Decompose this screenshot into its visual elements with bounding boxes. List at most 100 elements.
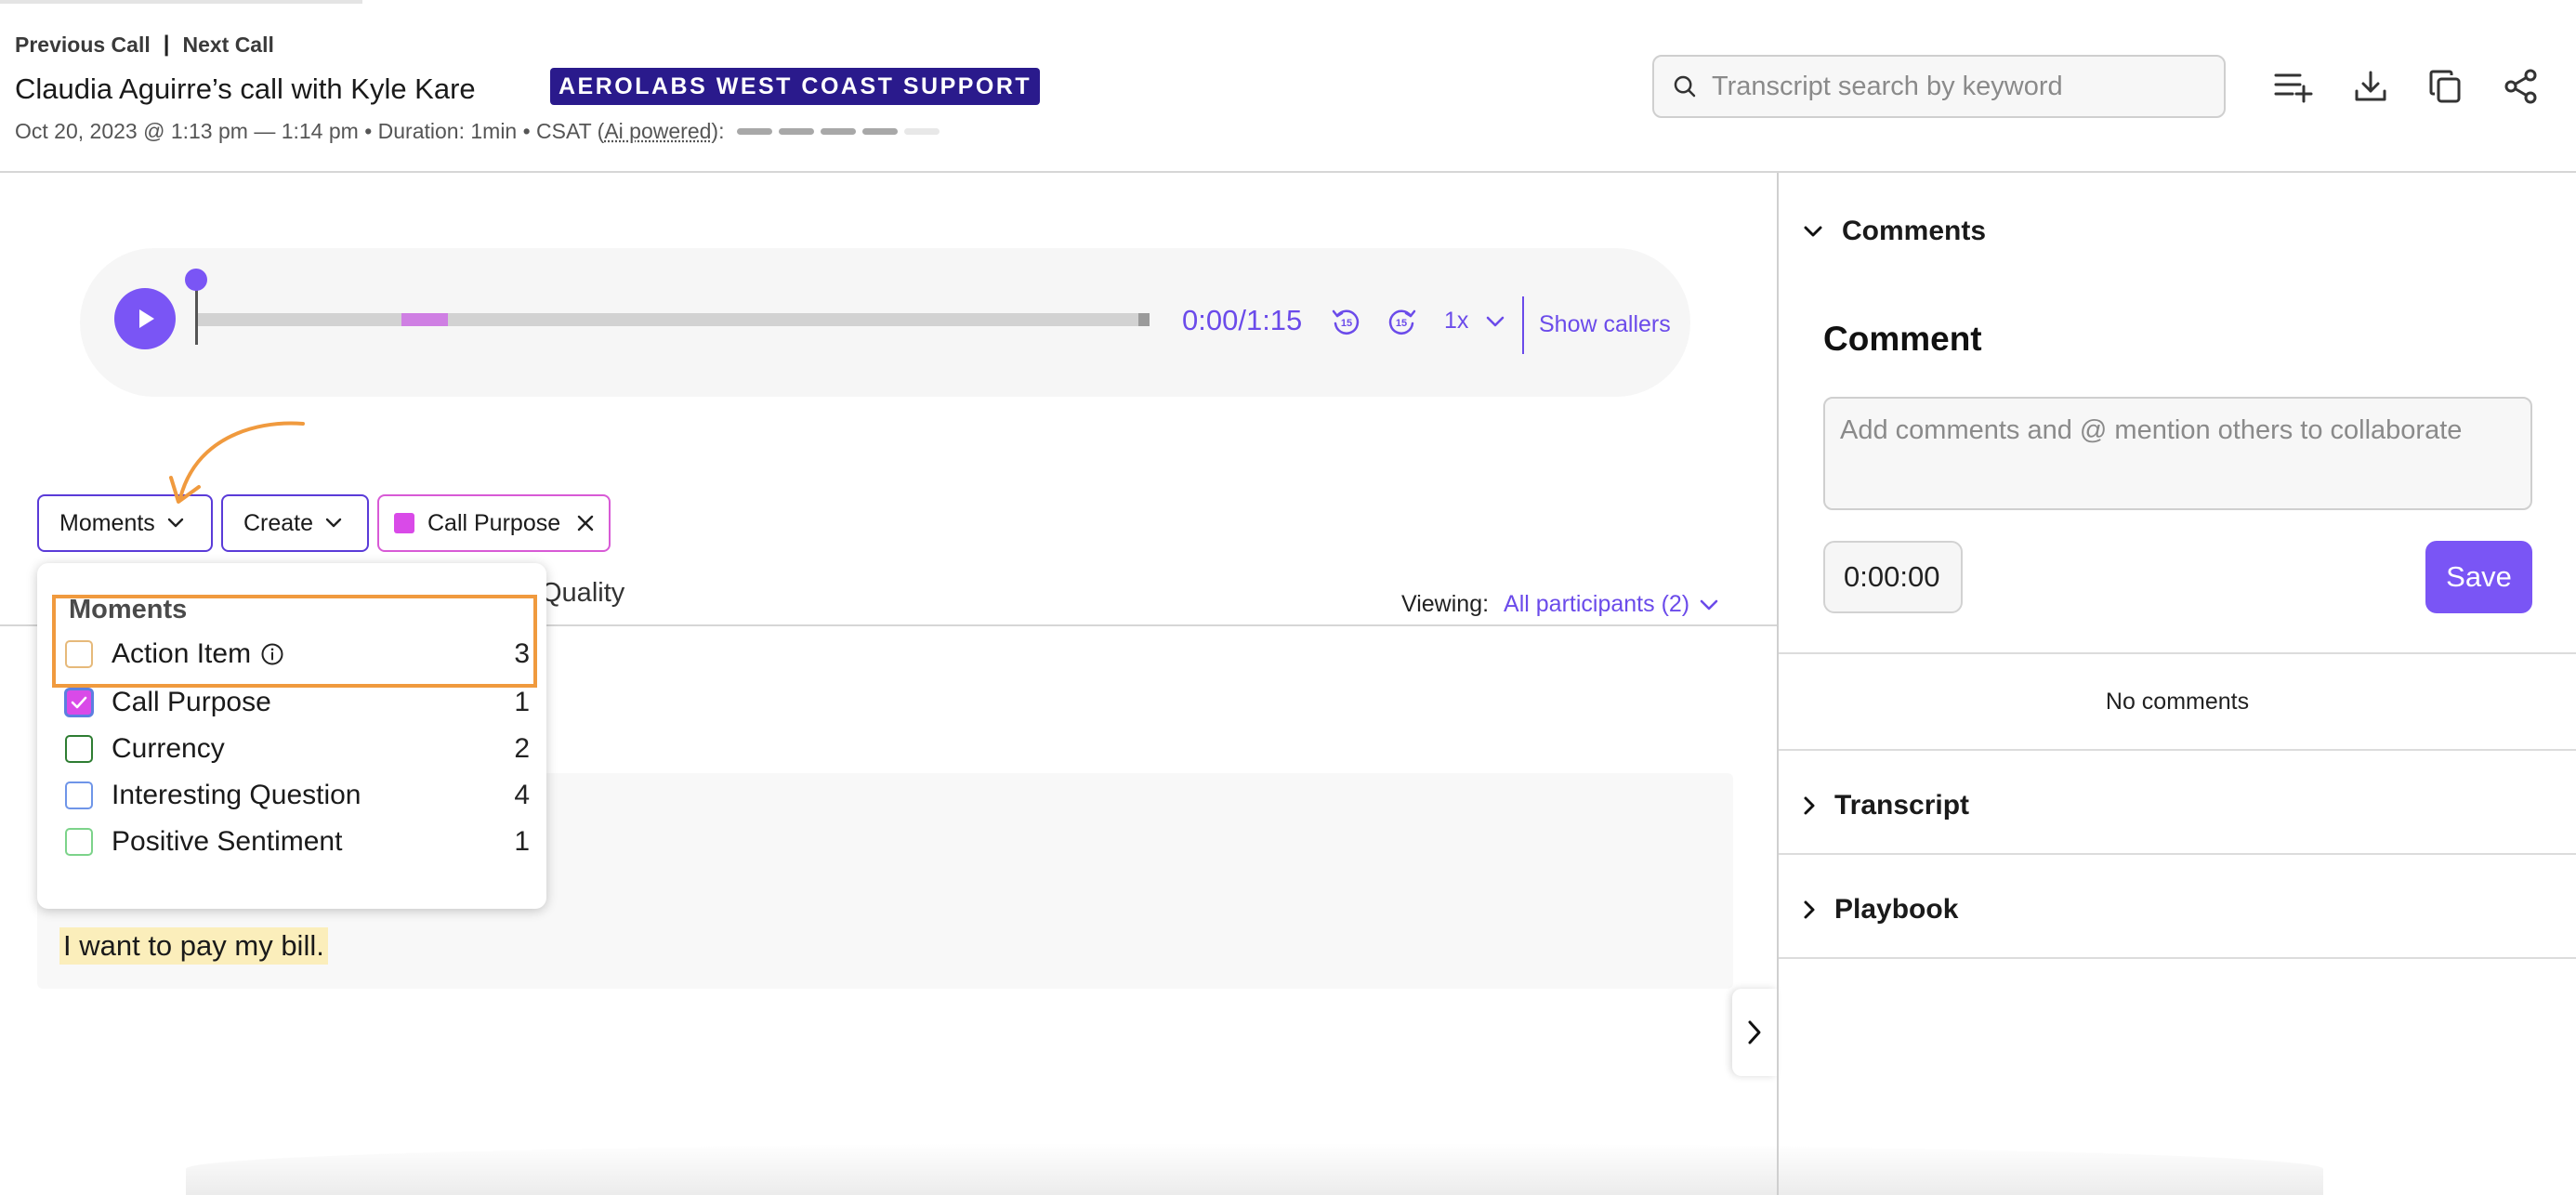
no-comments-text: No comments: [2105, 689, 2250, 715]
page-title: Claudia Aguirre’s call with Kyle Kare: [15, 72, 476, 105]
call-navigation: Previous Call | Next Call: [15, 32, 274, 58]
moment-option[interactable]: Positive Sentiment 1: [65, 821, 530, 862]
csat-bar: [821, 128, 857, 135]
chevron-down-icon: [325, 518, 342, 528]
call-meta-text: Oct 20, 2023 @ 1:13 pm — 1:14 pm • Durat…: [15, 119, 605, 143]
viewing-label: Viewing:: [1401, 591, 1490, 617]
chip-color-swatch: [394, 513, 414, 533]
playbook-section-label: Playbook: [1834, 894, 1959, 925]
show-callers-button[interactable]: Show callers: [1539, 311, 1671, 338]
call-meta-suffix: ):: [711, 119, 725, 143]
forward-15-label: 15: [1396, 318, 1407, 329]
playhead-handle[interactable]: [185, 269, 207, 291]
moments-dropdown-menu: Moments Action Item 3 Call Purpose 1 Currenc…: [37, 563, 546, 909]
moments-button-label: Moments: [59, 509, 155, 536]
moment-option-label: Positive Sentiment: [112, 826, 343, 857]
moment-option-count: 1: [514, 687, 530, 717]
moment-option-label: Interesting Question: [112, 780, 361, 810]
play-button[interactable]: [114, 288, 176, 349]
copy-icon[interactable]: [2422, 63, 2468, 110]
participants-filter: Viewing: All participants (2): [1401, 591, 1719, 618]
moment-option-label: Currency: [112, 733, 225, 764]
moment-option-label: Call Purpose: [112, 687, 271, 717]
transcript-search[interactable]: [1652, 55, 2226, 118]
section-divider: [1779, 853, 2576, 855]
search-icon: [1674, 75, 1696, 98]
search-input[interactable]: [1712, 71, 2214, 102]
info-icon[interactable]: [260, 642, 284, 666]
moment-checkbox[interactable]: [65, 735, 93, 763]
csat-rating: [737, 128, 940, 135]
participants-select[interactable]: All participants (2): [1504, 591, 1719, 618]
moments-dropdown-button[interactable]: Moments: [37, 494, 213, 552]
playback-speed-value: 1x: [1444, 308, 1469, 334]
expand-panel-button[interactable]: [1732, 989, 1777, 1076]
player-divider: [1522, 296, 1524, 354]
transcript-section-label: Transcript: [1834, 790, 1970, 821]
moment-option[interactable]: Action Item 3: [65, 634, 530, 675]
nav-separator: |: [163, 32, 170, 57]
section-divider: [1779, 957, 2576, 959]
moment-option[interactable]: Currency 2: [65, 729, 530, 769]
participants-value: All participants (2): [1504, 591, 1690, 617]
playback-timeline[interactable]: [195, 313, 1150, 326]
ai-powered-link[interactable]: Ai powered: [604, 119, 711, 144]
download-icon[interactable]: [2347, 63, 2394, 110]
moment-checkbox[interactable]: [65, 689, 93, 716]
audio-player: 0:00/1:15 15 15 1x Show callers: [80, 248, 1690, 397]
chevron-down-icon: [1700, 599, 1718, 610]
playbook-section-toggle[interactable]: Playbook: [1779, 886, 2576, 933]
chip-label: Call Purpose: [427, 509, 561, 536]
moment-checkbox[interactable]: [65, 781, 93, 809]
moment-option-count: 4: [514, 780, 530, 810]
csat-bar: [904, 128, 940, 135]
chevron-down-icon: [1804, 226, 1822, 237]
share-icon[interactable]: [2498, 63, 2544, 110]
csat-bar: [737, 128, 773, 135]
moment-option[interactable]: Interesting Question 4: [65, 775, 530, 816]
moment-option-count: 2: [514, 733, 530, 764]
chevron-right-icon: [1748, 1020, 1761, 1044]
timeline-moment-marker[interactable]: [401, 313, 448, 326]
close-icon[interactable]: [572, 509, 599, 537]
next-call-link[interactable]: Next Call: [182, 33, 273, 58]
active-filter-chip: Call Purpose: [377, 494, 611, 552]
chevron-right-icon: [1804, 900, 1815, 919]
timeline-end: [1138, 313, 1150, 326]
comment-timestamp-input[interactable]: [1823, 541, 1963, 613]
moment-checkbox[interactable]: [65, 640, 93, 668]
csat-bar: [779, 128, 815, 135]
dropdown-title: Moments: [69, 595, 188, 624]
rewind-15-label: 15: [1341, 318, 1352, 329]
previous-call-link[interactable]: Previous Call: [15, 33, 151, 58]
rewind-15-icon[interactable]: 15: [1330, 305, 1363, 338]
playback-speed-select[interactable]: 1x: [1444, 308, 1505, 335]
moment-option-count: 3: [514, 638, 530, 669]
comments-section-label: Comments: [1842, 216, 1987, 246]
comment-heading: Comment: [1823, 320, 1982, 358]
comments-section-toggle[interactable]: Comments: [1779, 208, 2576, 255]
moment-checkbox[interactable]: [65, 828, 93, 856]
moment-option-label: Action Item: [112, 638, 252, 669]
chevron-right-icon: [1804, 796, 1815, 815]
moment-option[interactable]: Call Purpose 1: [65, 682, 530, 723]
right-side-panel: Comments Comment Save No comments Transc…: [1779, 173, 2576, 1195]
comment-input[interactable]: [1823, 397, 2532, 510]
playback-time: 0:00/1:15: [1182, 304, 1303, 336]
tab-quality[interactable]: Quality: [541, 578, 624, 609]
transcript-line[interactable]: I want to pay my bill.: [59, 927, 328, 965]
csat-bar: [862, 128, 899, 135]
team-badge: AEROLABS WEST COAST SUPPORT: [550, 68, 1041, 105]
forward-15-icon[interactable]: 15: [1385, 305, 1418, 338]
moment-option-count: 1: [514, 826, 530, 857]
call-meta: Oct 20, 2023 @ 1:13 pm — 1:14 pm • Durat…: [15, 119, 940, 144]
check-icon: [71, 696, 87, 709]
chevron-down-icon: [1487, 316, 1505, 326]
section-divider: [1779, 652, 2576, 654]
create-button-label: Create: [243, 509, 314, 536]
add-to-playlist-icon[interactable]: [2269, 63, 2316, 110]
transcript-section-toggle[interactable]: Transcript: [1779, 782, 2576, 829]
create-dropdown-button[interactable]: Create: [221, 494, 369, 552]
save-comment-button[interactable]: Save: [2425, 541, 2532, 613]
call-header: Previous Call | Next Call Claudia Aguirr…: [0, 0, 2576, 173]
